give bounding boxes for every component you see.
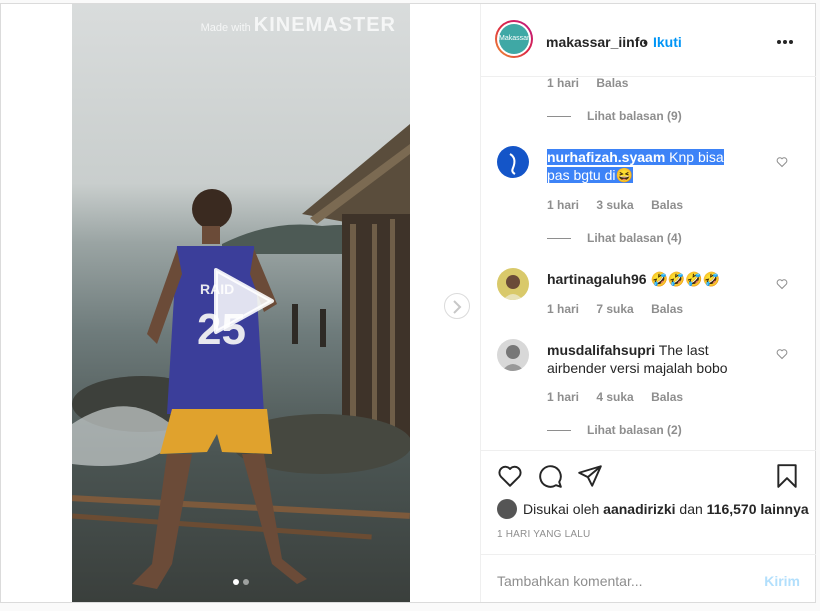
post-header: Makassar Info makassar_iinfo • Ikuti (481, 4, 816, 77)
comment-username[interactable]: nurhafizah.syaam (547, 149, 665, 165)
liker-username[interactable]: aanadirizki (603, 501, 675, 517)
comment-time: 1 hari (547, 302, 580, 316)
video-player[interactable]: RAID 25 Made withKINEMASTER (72, 4, 410, 602)
likes-conjunction: dan (679, 501, 703, 517)
header-username[interactable]: makassar_iinfo (546, 34, 648, 50)
media-area: RAID 25 Made withKINEMASTER (1, 4, 480, 602)
comment-body: nurhafizah.syaam Knp bisa pas bgtu di😆 (547, 148, 747, 184)
comment-likes[interactable]: 4 suka (596, 390, 633, 404)
comment-time: 1 hari (547, 390, 580, 404)
reply-button[interactable]: Balas (651, 302, 683, 316)
comment-avatar[interactable] (497, 339, 529, 371)
view-replies-button[interactable]: Lihat balasan (9) (547, 109, 682, 123)
comment-meta: 1 hari 7 suka Balas (547, 302, 697, 316)
post-container: RAID 25 Made withKINEMASTER Makassar Inf… (0, 3, 816, 603)
chevron-right-icon (453, 300, 462, 314)
comment-body: musdalifahsupri The last airbender versi… (547, 341, 747, 377)
more-icon[interactable] (776, 33, 800, 49)
reply-button[interactable]: Balas (651, 390, 683, 404)
comment-avatar[interactable] (497, 146, 529, 178)
comment-body: hartinagaluh96 🤣🤣🤣🤣 (547, 270, 747, 288)
comments-list[interactable]: 1 hari Balas Lihat balasan (9) nurhafiza… (481, 76, 816, 450)
comment-meta: 1 hari 3 suka Balas (547, 198, 697, 212)
comment-username[interactable]: musdalifahsupri (547, 342, 655, 358)
carousel-dots (72, 572, 410, 590)
heart-icon[interactable] (497, 463, 523, 489)
reply-button[interactable]: Balas (651, 198, 683, 212)
comment-time: 1 hari (547, 76, 580, 90)
reply-button[interactable]: Balas (596, 76, 628, 90)
send-button[interactable]: Kirim (764, 573, 800, 589)
comment-meta: 1 hari Balas (547, 76, 642, 90)
comment-likes[interactable]: 3 suka (596, 198, 633, 212)
likes-count[interactable]: 116,570 lainnya (707, 501, 809, 517)
comment-likes[interactable]: 7 suka (596, 302, 633, 316)
heart-icon[interactable] (776, 156, 788, 168)
carousel-dot (243, 579, 249, 585)
view-replies-button[interactable]: Lihat balasan (2) (547, 423, 682, 437)
liker-avatar[interactable] (497, 499, 517, 519)
comment-username[interactable]: hartinagaluh96 (547, 271, 647, 287)
avatar[interactable]: Makassar Info (495, 20, 533, 58)
action-bar: Disukai oleh aanadirizki dan 116,570 lai… (481, 450, 816, 611)
comment-meta: 1 hari 4 suka Balas (547, 390, 697, 404)
comment-text: 🤣🤣🤣🤣 (650, 271, 721, 287)
kinemaster-watermark: Made with KINEMASTER (200, 14, 396, 36)
comment-time: 1 hari (547, 198, 580, 212)
bookmark-icon[interactable] (774, 463, 800, 489)
carousel-dot (233, 579, 239, 585)
comment-avatar[interactable] (497, 268, 529, 300)
share-icon[interactable] (577, 463, 603, 489)
likes-prefix: Disukai oleh (523, 501, 600, 517)
heart-icon[interactable] (776, 348, 788, 360)
play-icon[interactable] (212, 266, 276, 336)
comment-input[interactable]: Tambahkan komentar... (497, 573, 643, 589)
post-sidebar: Makassar Info makassar_iinfo • Ikuti 1 h… (480, 4, 816, 602)
post-time[interactable]: 1 HARI YANG LALU (497, 529, 590, 540)
follow-button[interactable]: Ikuti (653, 34, 682, 50)
view-replies-button[interactable]: Lihat balasan (4) (547, 231, 682, 245)
next-slide-button[interactable] (444, 293, 470, 319)
comment-icon[interactable] (537, 463, 563, 489)
likes-summary: Disukai oleh aanadirizki dan 116,570 lai… (497, 499, 809, 519)
separator-dot: • (643, 34, 648, 50)
heart-icon[interactable] (776, 278, 788, 290)
comment-composer: Tambahkan komentar... Kirim (481, 554, 816, 605)
